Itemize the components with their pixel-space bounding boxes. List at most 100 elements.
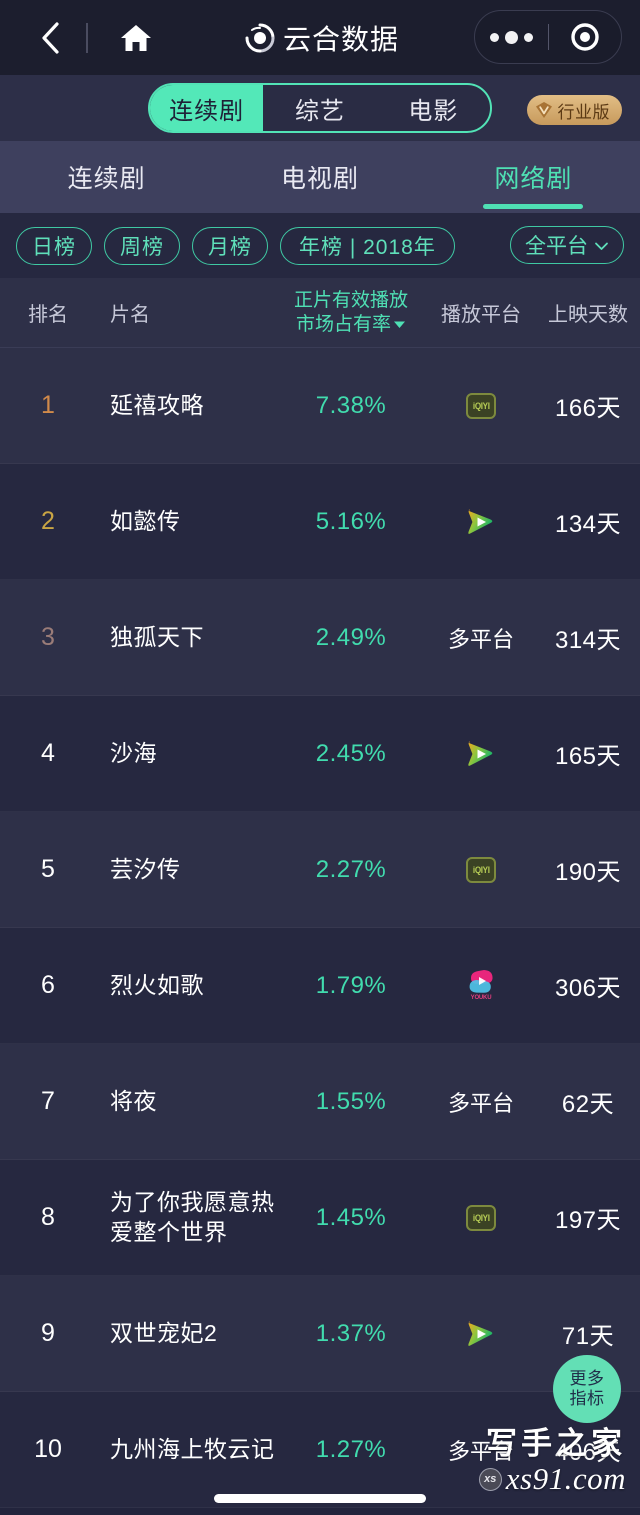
subtab-dianshiju[interactable]: 电视剧 [213, 141, 426, 213]
sort-desc-caret-icon[interactable] [393, 312, 406, 335]
tencent-video-icon [464, 738, 498, 770]
home-indicator [214, 1494, 426, 1503]
v-diamond-icon [535, 101, 553, 119]
row-share: 2.45% [315, 739, 387, 767]
row-days: 165天 [554, 743, 622, 770]
row-rank: 2 [41, 507, 55, 535]
row-days: 197天 [554, 1207, 622, 1234]
row-days: 62天 [561, 1091, 615, 1118]
row-platform: iQIYI [426, 856, 536, 883]
table-header: 排名 片名 正片有效播放 市场占有率 播放平台 上映天数 [0, 278, 640, 348]
row-days: 166天 [554, 395, 622, 422]
row-share: 1.27% [315, 1435, 387, 1463]
more-dots-icon[interactable] [475, 30, 548, 44]
tencent-video-icon [464, 506, 498, 538]
filter-chip-weekly[interactable]: 周榜 [104, 226, 180, 265]
table-row[interactable]: 10 九州海上牧云记 1.27% 多平台 406天 [0, 1392, 640, 1508]
row-share: 1.45% [315, 1203, 387, 1231]
nav-divider [86, 22, 88, 53]
filter-chip-monthly[interactable]: 月榜 [192, 226, 268, 265]
table-row[interactable]: 9 双世宠妃2 1.37% 71天 [0, 1276, 640, 1392]
ranking-table-body: 1 延禧攻略 7.38% iQIYI 166天 2 如懿传 5.16% 134天 3 独孤天下 2.4… [0, 348, 640, 1508]
table-row[interactable]: 1 延禧攻略 7.38% iQIYI 166天 [0, 348, 640, 464]
target-circle-icon[interactable] [549, 21, 622, 53]
row-title[interactable]: 独孤天下 [96, 623, 276, 653]
iqiyi-icon: iQIYI [466, 392, 496, 419]
platform-label: 多平台 [447, 1438, 514, 1464]
row-rank: 4 [41, 739, 55, 767]
header-share-line2-wrap: 市场占有率 [276, 312, 426, 336]
row-share: 1.37% [315, 1319, 387, 1347]
row-platform [426, 738, 536, 770]
row-days: 406天 [554, 1439, 622, 1466]
platform-select-label: 全平台 [525, 235, 588, 258]
header-rank: 排名 [28, 304, 68, 326]
table-row[interactable]: 5 芸汐传 2.27% iQIYI 190天 [0, 812, 640, 928]
table-row[interactable]: 7 将夜 1.55% 多平台 62天 [0, 1044, 640, 1160]
page-title: 云合数据 [282, 23, 399, 55]
industry-edition-label: 行业版 [557, 102, 610, 122]
fab-label-line2: 指标 [569, 1389, 605, 1408]
subtab-wangluoju[interactable]: 网络剧 [427, 141, 640, 213]
row-title[interactable]: 烈火如歌 [96, 971, 276, 1001]
segment-drama[interactable]: 连续剧 [150, 85, 264, 131]
row-title[interactable]: 九州海上牧云记 [96, 1435, 276, 1465]
row-title[interactable]: 双世宠妃2 [96, 1319, 276, 1349]
subtab-bar: 连续剧 电视剧 网络剧 [0, 141, 640, 213]
fab-label-line1: 更多 [569, 1369, 605, 1389]
row-share: 2.49% [315, 623, 387, 651]
row-rank: 3 [41, 623, 55, 651]
row-share: 7.38% [315, 391, 387, 419]
row-days: 306天 [554, 975, 622, 1002]
back-button[interactable] [38, 19, 64, 57]
category-segmented-row: 连续剧 综艺 电影 行业版 [0, 75, 640, 141]
filter-chip-daily[interactable]: 日榜 [16, 226, 92, 265]
row-platform [426, 506, 536, 538]
header-share[interactable]: 正片有效播放 市场占有率 [276, 289, 426, 336]
home-button[interactable] [116, 18, 156, 58]
row-rank: 9 [41, 1319, 55, 1347]
filter-chip-yearly[interactable]: 年榜 | 2018年 [280, 226, 455, 265]
row-rank: 5 [41, 855, 55, 883]
header-share-line2: 市场占有率 [295, 314, 391, 335]
iqiyi-icon: iQIYI [466, 856, 496, 883]
row-share: 1.55% [315, 1087, 387, 1115]
row-platform [426, 1318, 536, 1350]
row-share: 1.79% [315, 971, 387, 999]
row-title[interactable]: 芸汐传 [96, 855, 276, 885]
row-title[interactable]: 将夜 [96, 1087, 276, 1117]
table-row[interactable]: 2 如懿传 5.16% 134天 [0, 464, 640, 580]
chevron-down-icon [594, 233, 609, 257]
yunhe-logo-icon [241, 19, 279, 57]
table-row[interactable]: 6 烈火如歌 1.79% YOUKU 306天 [0, 928, 640, 1044]
filter-bar: 日榜 周榜 月榜 年榜 | 2018年 全平台 [0, 213, 640, 278]
header-days: 上映天数 [548, 304, 628, 326]
header-platform: 播放平台 [441, 304, 521, 326]
header-share-line1: 正片有效播放 [293, 289, 408, 311]
table-row[interactable]: 4 沙海 2.45% 165天 [0, 696, 640, 812]
segment-movie[interactable]: 电影 [377, 85, 490, 131]
platform-label: 多平台 [447, 626, 514, 652]
row-rank: 7 [41, 1087, 55, 1115]
subtab-lianxuju[interactable]: 连续剧 [0, 141, 213, 213]
row-title[interactable]: 沙海 [96, 739, 276, 769]
row-rank: 1 [41, 391, 55, 419]
platform-select[interactable]: 全平台 [510, 226, 624, 264]
row-rank: 10 [34, 1435, 62, 1463]
table-row[interactable]: 8 为了你我愿意热爱整个世界 1.45% iQIYI 197天 [0, 1160, 640, 1276]
row-title[interactable]: 延禧攻略 [96, 391, 276, 421]
tencent-video-icon [464, 1318, 498, 1350]
segment-variety[interactable]: 综艺 [263, 85, 376, 131]
wechat-capsule [474, 10, 622, 64]
row-days: 134天 [554, 511, 622, 538]
row-share: 2.27% [315, 855, 387, 883]
industry-edition-badge[interactable]: 行业版 [526, 95, 622, 125]
header-title: 片名 [110, 304, 150, 326]
iqiyi-icon: iQIYI [466, 1204, 496, 1231]
row-title[interactable]: 如懿传 [96, 507, 276, 537]
table-row[interactable]: 3 独孤天下 2.49% 多平台 314天 [0, 580, 640, 696]
more-metrics-fab[interactable]: 更多 指标 [553, 1355, 621, 1423]
row-title[interactable]: 为了你我愿意热爱整个世界 [96, 1188, 276, 1248]
platform-label: 多平台 [447, 1090, 514, 1116]
row-days: 314天 [554, 627, 622, 654]
